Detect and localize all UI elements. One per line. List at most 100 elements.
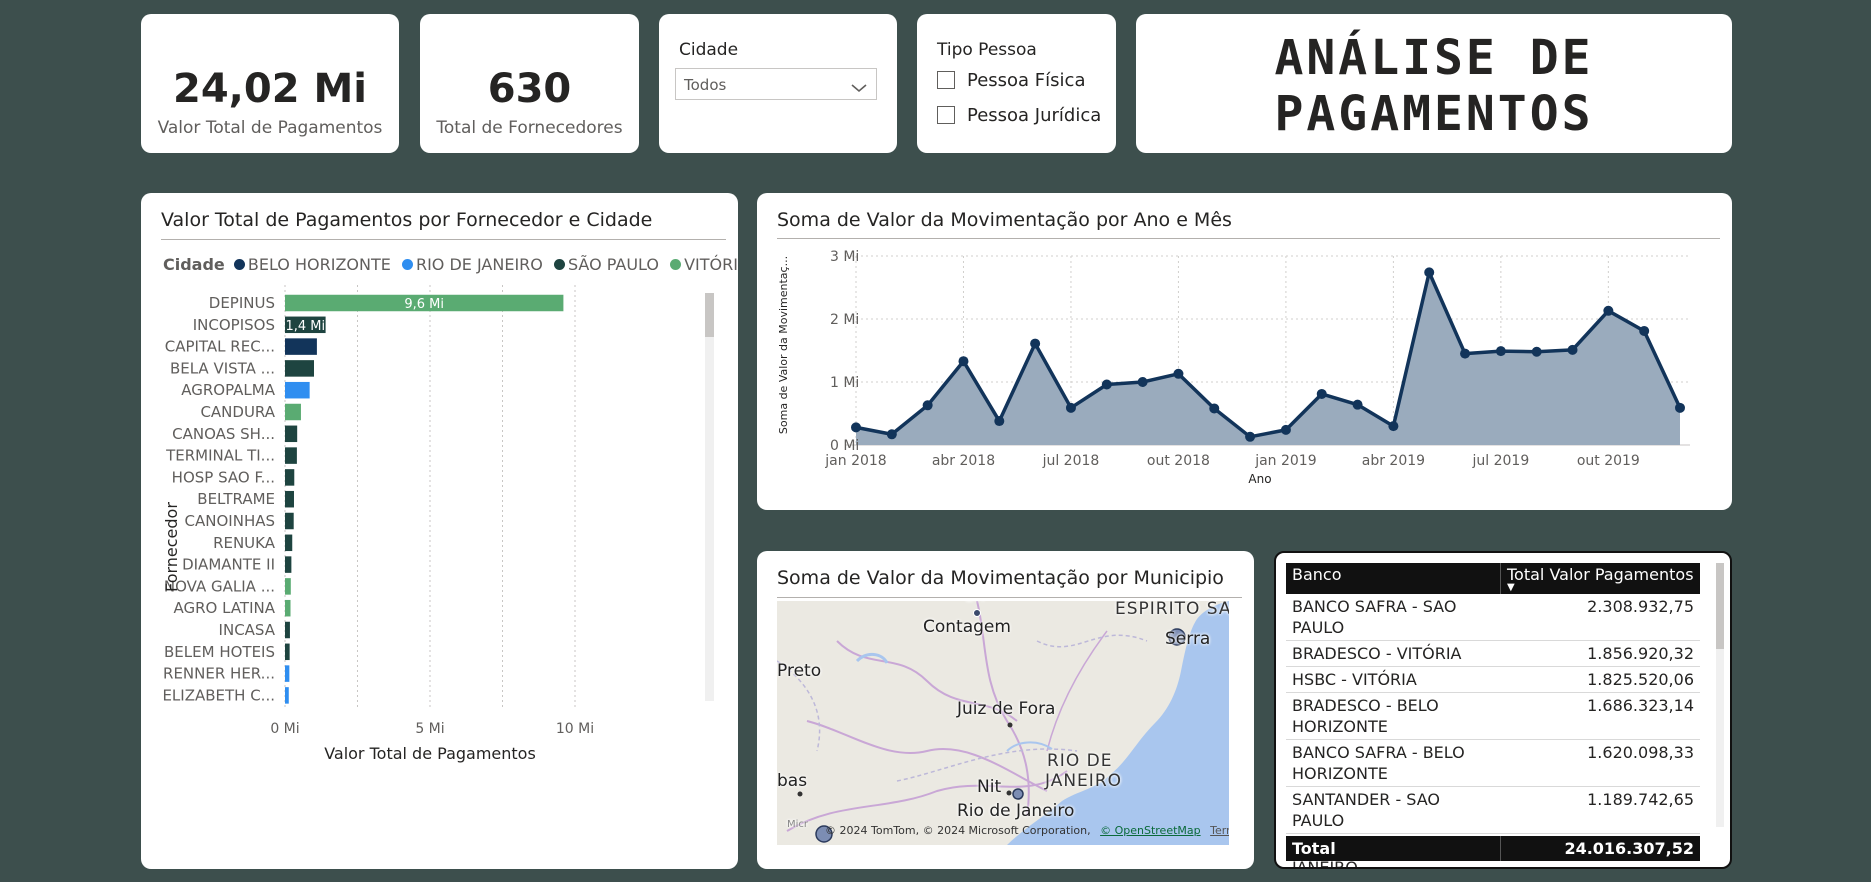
bar [285, 578, 291, 595]
tipo-pessoa-slicer: Tipo Pessoa Pessoa Física Pessoa Jurídic… [917, 14, 1116, 153]
map-label-microsoft: Micr [787, 819, 809, 830]
bar [285, 599, 291, 617]
bar-scrollbar-thumb [705, 293, 714, 337]
map-label-bh: BH [965, 601, 985, 605]
bar [285, 556, 292, 573]
checkbox-box[interactable] [937, 71, 955, 89]
bar [285, 469, 295, 486]
data-point [851, 422, 861, 433]
bar-scrollbar [705, 293, 714, 701]
data-label: 9,6 Mi [404, 297, 444, 312]
table-scrollbar-thumb[interactable] [1716, 563, 1724, 649]
x-tick-label: abr 2019 [1362, 453, 1425, 469]
bar [285, 425, 298, 443]
bar-chart-plot: DEPINUS 9,6 Mi INCOPISOS 1,4 Mi CAPITAL REC.… [162, 285, 714, 763]
bar-chart-visual: Valor Total de Pagamentos por Fornecedor… [141, 193, 738, 869]
kpi-label: Valor Total de Pagamentos [157, 118, 383, 138]
data-point [1495, 346, 1506, 357]
checkbox-label: Pessoa Física [967, 70, 1086, 91]
bar [285, 534, 293, 552]
table-row[interactable]: SANTANDER - SAO PAULO 1.189.742,65 [1286, 786, 1700, 834]
data-point [994, 416, 1005, 427]
bar [285, 643, 290, 661]
data-point [1424, 267, 1435, 278]
table-row[interactable]: HSBC - VITÓRIA 1.825.520,06 [1286, 666, 1700, 693]
bar [285, 512, 294, 530]
map-label-contagem: Contagem [923, 617, 1011, 637]
terms-link[interactable]: Terms [1210, 824, 1229, 837]
sort-desc-icon: ▼ [1507, 582, 1515, 593]
kpi-value: 630 [487, 66, 572, 112]
data-point [1388, 421, 1399, 432]
dropdown-value: Todos [684, 76, 727, 94]
slicer-title: Cidade [679, 40, 739, 60]
map-attribution: © 2024 TomTom, © 2024 Microsoft Corporat… [825, 824, 1229, 837]
map-label-preto: Preto [777, 661, 822, 681]
map-label-espirito-santo: ESPIRITO SAN [1115, 601, 1229, 619]
map-canvas[interactable]: BH Contagem Preto Juiz de Fora ESPIRITO … [777, 601, 1229, 845]
x-axis-title: Valor Total de Pagamentos [324, 744, 536, 763]
data-point [958, 356, 969, 367]
bar [285, 381, 310, 399]
data-point [1209, 403, 1220, 414]
table-row[interactable]: BANCO SAFRA - BELO HORIZONTE 1.620.098,33 [1286, 739, 1700, 787]
data-point [1173, 368, 1184, 379]
openstreetmap-link[interactable]: © OpenStreetMap [1100, 824, 1201, 837]
bar [285, 360, 314, 377]
table-row[interactable]: BRADESCO - VITÓRIA 1.856.920,32 [1286, 640, 1700, 667]
data-point [1531, 346, 1542, 357]
data-label: 1,4 Mi [285, 319, 325, 334]
data-point [1245, 431, 1256, 442]
title-divider [777, 597, 1242, 598]
table-header-row: Banco Total Valor Pagamentos ▼ [1286, 563, 1700, 594]
kpi-card-total-fornecedores: 630 Total de Fornecedores [420, 14, 639, 153]
x-tick-label: jan 2018 [824, 453, 886, 469]
column-header-banco[interactable]: Banco [1286, 563, 1501, 594]
table-visual: Banco Total Valor Pagamentos ▼ BANCO SAF… [1274, 551, 1732, 869]
x-tick-label: jul 2019 [1472, 453, 1530, 469]
bar [285, 338, 317, 355]
y-axis-title: Soma de Valor da Movimentaç... [777, 256, 790, 434]
bar [285, 490, 294, 508]
y-tick-label: 0 Mi [830, 438, 859, 454]
page-title-line2: PAGAMENTOS [1274, 86, 1594, 142]
line-chart-plot: 0 Mi 1 Mi 2 Mi 3 Mi jan 2018 abr 2018 jul 2018… [777, 249, 1690, 486]
category-label: HOSP SAO F... [172, 468, 275, 486]
kpi-card-total-pagamentos: 24,02 Mi Valor Total de Pagamentos [141, 14, 399, 153]
column-header-total[interactable]: Total Valor Pagamentos ▼ [1500, 563, 1700, 594]
category-label: DEPINUS [209, 294, 275, 312]
x-tick-label: abr 2018 [932, 453, 995, 469]
bar [285, 403, 301, 421]
category-label: TERMINAL TI... [165, 447, 275, 465]
table-row[interactable]: BANCO SAFRA - SAO PAULO 2.308.932,75 [1286, 594, 1700, 641]
map-label-serra: Serra [1165, 629, 1211, 649]
bank-table: Banco Total Valor Pagamentos ▼ BANCO SAF… [1286, 563, 1700, 867]
cidade-dropdown[interactable]: Todos [675, 68, 877, 100]
category-label: ELIZABETH C... [162, 686, 275, 704]
title-card: ANÁLISE DE PAGAMENTOS [1136, 14, 1732, 153]
map-label-rj-state-2: JANEIRO [1045, 771, 1123, 791]
x-tick-label: 10 Mi [556, 721, 594, 737]
data-point [1603, 305, 1614, 316]
data-point [1675, 402, 1685, 413]
x-tick-label: 5 Mi [415, 721, 444, 737]
map-label-rio-de-janeiro: Rio de Janeiro [957, 801, 1075, 821]
kpi-value: 24,02 Mi [173, 66, 367, 112]
table-total: Total 24.016.307,52 [1286, 836, 1700, 861]
table-scrollbar[interactable] [1716, 563, 1724, 827]
y-tick-label: 3 Mi [830, 249, 859, 265]
category-label: CANDURA [200, 403, 275, 421]
page-title: ANÁLISE DE PAGAMENTOS [1136, 30, 1732, 142]
checkbox-box[interactable] [937, 106, 955, 124]
area-fill [856, 272, 1680, 445]
category-label: INCASA [219, 621, 276, 639]
table-total-row: Total 24.016.307,52 [1286, 836, 1700, 861]
data-point [1316, 388, 1327, 399]
category-label: RENUKA [213, 534, 276, 552]
category-label: RENNER HER... [163, 665, 275, 683]
bar [285, 447, 297, 464]
data-point [1101, 379, 1112, 390]
bar [285, 665, 290, 682]
table-row[interactable]: BRADESCO - BELO HORIZONTE 1.686.323,14 [1286, 692, 1700, 740]
category-label: CANOINHAS [185, 512, 275, 530]
